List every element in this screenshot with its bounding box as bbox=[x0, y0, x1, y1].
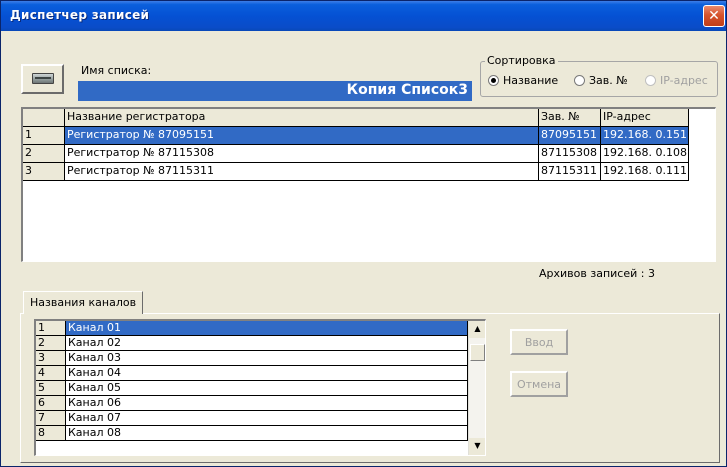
list-item[interactable]: 4 Канал 04 bbox=[36, 366, 468, 381]
recorder-serial-cell[interactable]: 87115308 bbox=[539, 145, 601, 163]
recorder-ip-cell[interactable]: 192.168. 0.111 bbox=[601, 163, 689, 181]
title-bar[interactable]: Диспетчер записей ✕ bbox=[1, 1, 726, 31]
channels-scrollbar[interactable]: ▲ ▼ bbox=[468, 321, 485, 455]
list-name-label: Имя списка: bbox=[81, 64, 152, 77]
channel-number: 8 bbox=[36, 426, 66, 441]
sort-groupbox-title: Сортировка bbox=[485, 54, 558, 67]
list-item[interactable]: 2 Канал 02 bbox=[36, 336, 468, 351]
channel-name-cell[interactable]: Канал 08 bbox=[66, 426, 468, 441]
channel-name-cell[interactable]: Канал 07 bbox=[66, 411, 468, 426]
recording-manager-window: Диспетчер записей ✕ Имя списка: Копия Сп… bbox=[0, 0, 727, 467]
row-number: 1 bbox=[23, 127, 65, 145]
recorders-table[interactable]: Название регистратора Зав. № IP-адрес 1 … bbox=[21, 107, 716, 262]
channel-name-cell[interactable]: Канал 06 bbox=[66, 396, 468, 411]
recorder-serial-cell[interactable]: 87115311 bbox=[539, 163, 601, 181]
cancel-button: Отмена bbox=[510, 371, 568, 397]
table-row[interactable]: 1 Регистратор № 87095151 87095151 192.16… bbox=[23, 127, 689, 145]
column-header-ip[interactable]: IP-адрес bbox=[601, 109, 689, 127]
recorder-ip-cell[interactable]: 192.168. 0.108 bbox=[601, 145, 689, 163]
recorders-table-header: Название регистратора Зав. № IP-адрес bbox=[23, 109, 689, 127]
archives-count: Архивов записей : 3 bbox=[539, 267, 655, 280]
radio-dot bbox=[645, 75, 656, 86]
list-item[interactable]: 1 Канал 01 bbox=[36, 321, 468, 336]
sort-by-serial-radio[interactable]: Зав. № bbox=[574, 74, 628, 87]
list-item[interactable]: 3 Канал 03 bbox=[36, 351, 468, 366]
list-item[interactable]: 6 Канал 06 bbox=[36, 396, 468, 411]
recorder-device-icon bbox=[32, 73, 54, 84]
table-row[interactable]: 2 Регистратор № 87115308 87115308 192.16… bbox=[23, 145, 689, 163]
table-row[interactable]: 3 Регистратор № 87115311 87115311 192.16… bbox=[23, 163, 689, 181]
sort-by-ip-radio: IP-адрес bbox=[645, 74, 708, 87]
channel-number: 2 bbox=[36, 336, 66, 351]
recorder-ip-cell[interactable]: 192.168. 0.151 bbox=[601, 127, 689, 145]
row-number: 3 bbox=[23, 163, 65, 181]
channel-number: 7 bbox=[36, 411, 66, 426]
recorder-serial-cell[interactable]: 87095151 bbox=[539, 127, 601, 145]
channel-name-cell[interactable]: Канал 01 bbox=[66, 321, 468, 336]
enter-button: Ввод bbox=[510, 329, 568, 355]
channel-number: 4 bbox=[36, 366, 66, 381]
channel-name-cell[interactable]: Канал 04 bbox=[66, 366, 468, 381]
channel-number: 3 bbox=[36, 351, 66, 366]
row-number-header bbox=[23, 109, 65, 127]
sort-by-name-label: Название bbox=[503, 74, 559, 87]
column-header-name[interactable]: Название регистратора bbox=[65, 109, 539, 127]
tab-channel-names[interactable]: Названия каналов bbox=[23, 291, 144, 314]
list-name-field[interactable]: Копия Список3 bbox=[78, 81, 472, 101]
list-item[interactable]: 8 Канал 08 bbox=[36, 426, 468, 441]
recorder-name-cell[interactable]: Регистратор № 87115311 bbox=[65, 163, 539, 181]
channels-list[interactable]: 1 Канал 01 2 Канал 02 3 Канал 03 4 Канал… bbox=[34, 319, 486, 456]
channel-name-cell[interactable]: Канал 05 bbox=[66, 381, 468, 396]
channel-number: 1 bbox=[36, 321, 66, 336]
radio-dot bbox=[574, 75, 585, 86]
column-header-serial[interactable]: Зав. № bbox=[539, 109, 601, 127]
window-title: Диспетчер записей bbox=[10, 8, 150, 22]
list-item[interactable]: 5 Канал 05 bbox=[36, 381, 468, 396]
sort-by-name-radio[interactable]: Название bbox=[488, 74, 558, 87]
list-item[interactable]: 7 Канал 07 bbox=[36, 411, 468, 426]
channel-number: 6 bbox=[36, 396, 66, 411]
sort-by-serial-label: Зав. № bbox=[589, 74, 628, 87]
scroll-up-arrow-icon[interactable]: ▲ bbox=[469, 321, 485, 338]
channel-name-cell[interactable]: Канал 03 bbox=[66, 351, 468, 366]
recorder-name-cell[interactable]: Регистратор № 87095151 bbox=[65, 127, 539, 145]
sort-by-ip-label: IP-адрес bbox=[660, 74, 708, 87]
recorder-device-button[interactable] bbox=[21, 64, 64, 94]
row-number: 2 bbox=[23, 145, 65, 163]
scroll-thumb[interactable] bbox=[470, 344, 485, 361]
radio-dot bbox=[488, 75, 499, 86]
channel-name-cell[interactable]: Канал 02 bbox=[66, 336, 468, 351]
scroll-down-arrow-icon[interactable]: ▼ bbox=[469, 438, 485, 455]
channel-number: 5 bbox=[36, 381, 66, 396]
close-button[interactable]: ✕ bbox=[703, 5, 725, 27]
recorder-name-cell[interactable]: Регистратор № 87115308 bbox=[65, 145, 539, 163]
